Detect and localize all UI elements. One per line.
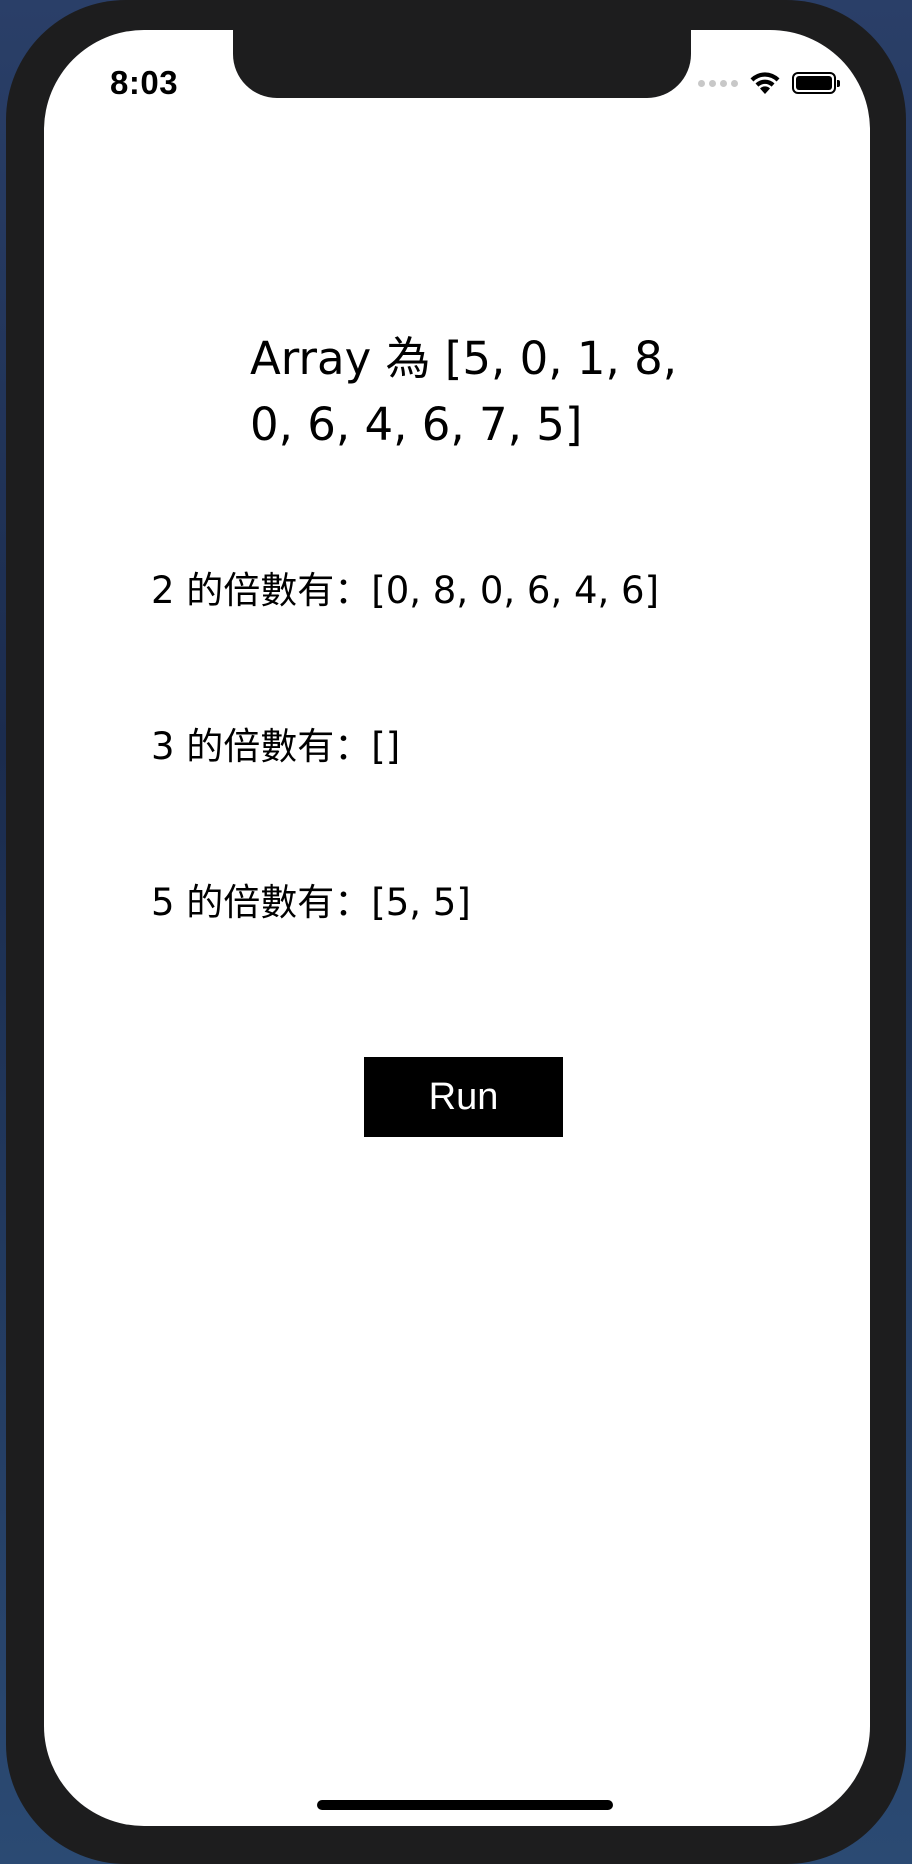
cellular-signal-icon — [698, 79, 738, 87]
status-icons — [698, 68, 840, 98]
home-indicator[interactable] — [317, 1800, 613, 1810]
array-label: Array 為 [5, 0, 1, 8, 0, 6, 4, 6, 7, 5] — [250, 332, 678, 451]
multiples-of-5-label: 5 的倍數有：[5, 5] — [151, 881, 471, 924]
wifi-icon — [750, 72, 780, 94]
multiples-of-2-label: 2 的倍數有：[0, 8, 0, 6, 4, 6] — [151, 569, 660, 612]
battery-icon — [792, 72, 840, 94]
phone-frame: 8:03 Array 為 [5, 0, 1, 8, 0, 6, 4, 6, 7,… — [6, 0, 906, 1864]
device-notch — [233, 30, 691, 98]
status-time: 8:03 — [110, 64, 179, 101]
run-button[interactable]: Run — [364, 1057, 563, 1137]
multiples-of-3-label: 3 的倍數有：[] — [151, 725, 401, 768]
app-screen: 8:03 Array 為 [5, 0, 1, 8, 0, 6, 4, 6, 7,… — [44, 30, 870, 1826]
